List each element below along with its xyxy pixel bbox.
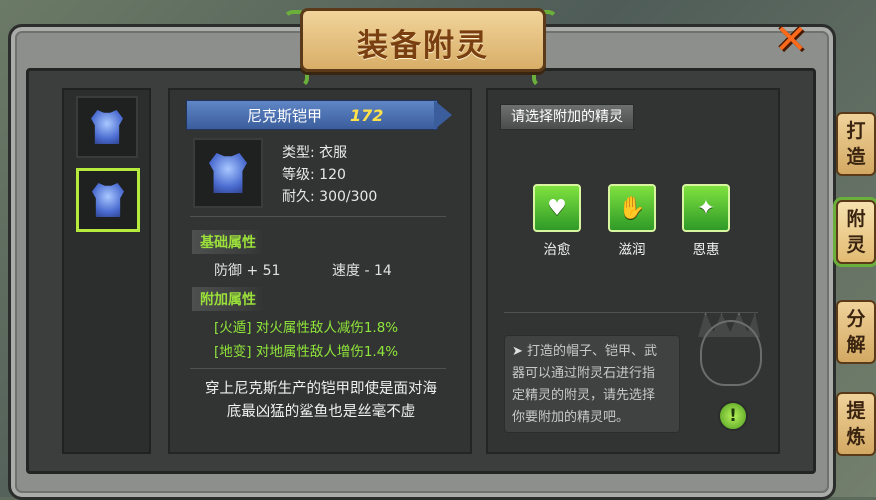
armor-icon — [92, 183, 124, 217]
tip-text: ➤ 打造的帽子、铠甲、武 器可以通过附灵石进行指 定精灵的附灵，请先选择 你要附… — [512, 341, 678, 429]
equipment-slot-2-selected[interactable] — [76, 168, 140, 232]
extra-attributes-title: 附加属性 — [192, 287, 264, 311]
title-board: 装备附灵 — [300, 8, 546, 72]
spirit-select-title: 请选择附加的精灵 — [500, 104, 634, 130]
item-name-bar: 尼克斯铠甲 172 — [186, 100, 438, 130]
item-icon-slot — [193, 138, 263, 208]
tip-line-4: 你要附加的精灵吧。 — [512, 410, 630, 425]
base-attributes-title: 基础属性 — [192, 230, 264, 254]
item-name: 尼克斯铠甲 — [247, 106, 323, 125]
heal-spirit-icon: ♥ — [533, 184, 581, 232]
tab-forge[interactable]: 打造 — [836, 112, 876, 176]
item-type: 类型: 衣服 — [282, 145, 348, 161]
speed-stat: 速度 - 14 — [332, 263, 392, 279]
defense-stat: 防御 + 51 — [214, 263, 281, 279]
spirit-option-heal[interactable]: ♥ 治愈 — [533, 184, 581, 258]
item-description-line-1: 穿上尼克斯生产的铠甲即使是面对海 — [205, 381, 437, 397]
spirit-option-grace[interactable]: ✦ 恩惠 — [682, 184, 730, 258]
divider — [504, 312, 758, 313]
spirit-label: 治愈 — [543, 242, 571, 258]
spirit-option-nourish[interactable]: ✋ 滋润 — [608, 184, 656, 258]
nourish-spirit-icon: ✋ — [608, 184, 656, 232]
divider — [190, 368, 446, 369]
extra-attribute-1: [火遁] 对火属性敌人减伤1.8% — [214, 320, 399, 336]
divider — [190, 216, 446, 217]
tab-refine[interactable]: 提炼 — [836, 392, 876, 456]
tab-dismantle[interactable]: 分解 — [836, 300, 876, 364]
spirit-label: 滋润 — [618, 242, 646, 258]
armor-icon — [91, 110, 123, 144]
item-durability: 耐久: 300/300 — [282, 189, 378, 205]
item-description-line-2: 底最凶猛的鲨鱼也是丝毫不虚 — [226, 404, 416, 420]
equipment-list — [62, 88, 151, 454]
close-icon[interactable]: ✕ — [769, 17, 813, 63]
equipment-slot-1[interactable] — [76, 96, 138, 158]
item-power-level: 172 — [350, 105, 384, 125]
tip-line-1: 打造的帽子、铠甲、武 — [527, 344, 658, 359]
armor-icon — [209, 153, 247, 193]
dialog-title: 装备附灵 — [357, 28, 489, 64]
name-bar-arrow — [434, 100, 452, 130]
tab-enchant[interactable]: 附灵 — [836, 200, 876, 264]
spirit-label: 恩惠 — [692, 242, 720, 258]
exclamation-icon[interactable]: ! — [718, 401, 748, 431]
tip-line-3: 定精灵的附灵，请先选择 — [512, 388, 656, 403]
guide-mascot — [700, 320, 762, 386]
tip-arrow-icon: ➤ — [512, 344, 528, 359]
tip-line-2: 器可以通过附灵石进行指 — [512, 366, 656, 381]
grace-spirit-icon: ✦ — [682, 184, 730, 232]
extra-attribute-2: [地变] 对地属性敌人增伤1.4% — [214, 344, 399, 360]
item-grade: 等级: 120 — [282, 167, 346, 183]
